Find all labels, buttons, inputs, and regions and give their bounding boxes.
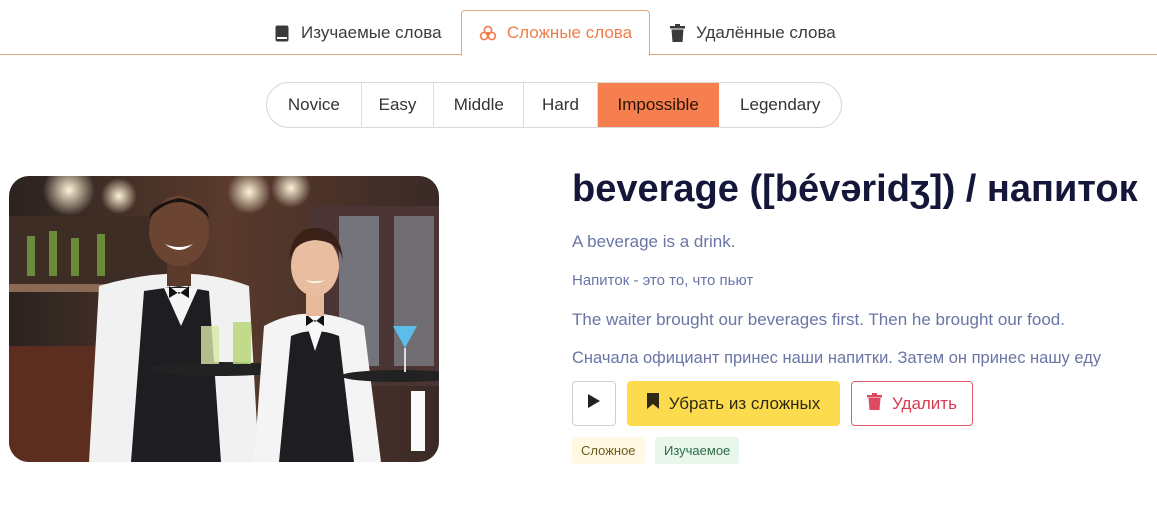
status-badge-learning: Изучаемое <box>655 437 740 464</box>
tab-deleted-words[interactable]: Удалённые слова <box>654 10 852 56</box>
level-legendary[interactable]: Legendary <box>719 83 841 127</box>
tab-hard-words[interactable]: Сложные слова <box>461 10 650 56</box>
biohazard-icon <box>479 24 497 42</box>
word-example-en: The waiter brought our beverages first. … <box>572 310 1065 329</box>
word-title: beverage ([bévəridʒ]) / напиток <box>572 168 1138 210</box>
tab-learning-words-label: Изучаемые слова <box>301 23 442 42</box>
level-middle[interactable]: Middle <box>434 83 525 127</box>
word-image <box>9 176 439 462</box>
status-badge-hard: Сложное <box>572 437 645 464</box>
level-novice[interactable]: Novice <box>267 83 362 127</box>
tab-deleted-words-label: Удалённые слова <box>696 23 836 42</box>
word-category-tabs: Изучаемые слова Сложные слова Удалённые … <box>0 0 1157 56</box>
delete-word-label: Удалить <box>892 393 957 413</box>
bookmark-icon <box>646 393 659 414</box>
trash-icon <box>867 392 883 415</box>
tab-learning-words[interactable]: Изучаемые слова <box>259 10 457 56</box>
level-hard[interactable]: Hard <box>524 83 598 127</box>
level-impossible[interactable]: Impossible <box>597 83 720 127</box>
level-easy[interactable]: Easy <box>362 83 435 127</box>
word-meaning-en: A beverage is a drink. <box>572 232 736 251</box>
word-example-ru: Сначала официант принес наши напитки. За… <box>572 349 1102 367</box>
remove-from-hard-label: Убрать из сложных <box>668 393 821 413</box>
remove-from-hard-button[interactable]: Убрать из сложных <box>627 381 840 426</box>
level-selector: Novice Easy Middle Hard Impossible Legen… <box>266 82 842 128</box>
tab-hard-words-label: Сложные слова <box>506 23 633 42</box>
play-icon <box>587 393 601 414</box>
delete-word-button[interactable]: Удалить <box>851 381 973 426</box>
word-meaning-ru: Напиток - это то, что пьют <box>572 272 754 289</box>
play-audio-button[interactable] <box>572 381 616 426</box>
trash-icon <box>668 24 686 42</box>
book-icon <box>273 24 291 42</box>
